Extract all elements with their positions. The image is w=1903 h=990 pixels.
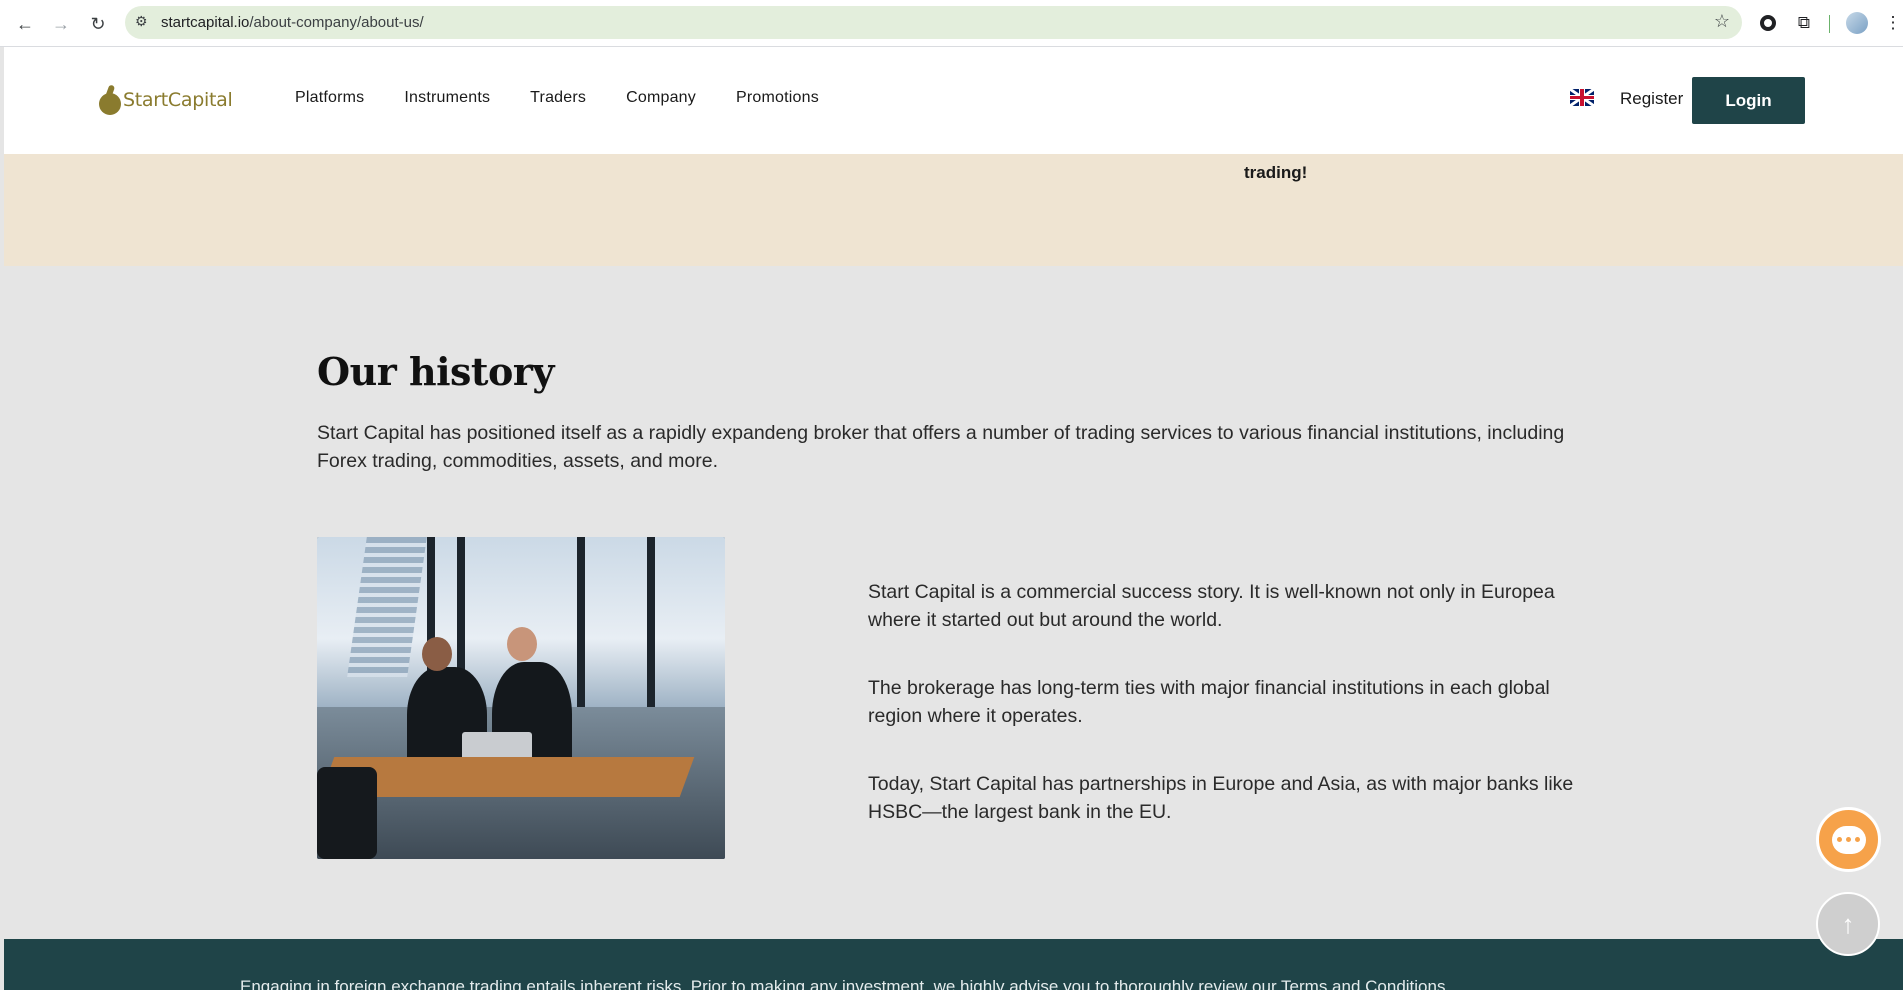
nav-item-traders[interactable]: Traders [530, 89, 586, 107]
scroll-to-top-button[interactable]: ↑ [1816, 892, 1880, 956]
uk-flag-icon[interactable] [1570, 89, 1594, 106]
toolbar-divider [1829, 15, 1830, 33]
nav-item-platforms[interactable]: Platforms [295, 89, 364, 107]
browser-menu-icon[interactable]: ⋮ [1880, 10, 1903, 36]
bull-logo-icon [99, 84, 121, 115]
main-nav: Platforms Instruments Traders Company Pr… [295, 89, 859, 107]
register-link[interactable]: Register [1620, 89, 1683, 109]
chat-button[interactable] [1816, 807, 1881, 872]
footer-risk-band: Engaging in foreign exchange trading ent… [4, 939, 1903, 990]
avatar [1846, 12, 1868, 34]
nav-item-promotions[interactable]: Promotions [736, 89, 819, 107]
record-circle [1760, 15, 1776, 31]
login-button[interactable]: Login [1692, 77, 1805, 124]
extension-record-icon[interactable] [1755, 10, 1781, 36]
history-paragraph-2: The brokerage has long-term ties with ma… [868, 677, 1550, 727]
url-host: startcapital.io [161, 14, 250, 31]
back-icon[interactable]: ← [12, 11, 38, 37]
hero-tail-text: trading! [1244, 163, 1308, 182]
extensions-puzzle-icon[interactable]: ⧉ [1791, 10, 1817, 36]
forward-icon[interactable]: → [48, 11, 74, 37]
history-intro: Start Capital has positioned itself as a… [317, 422, 1565, 472]
history-paragraph-3: Today, Start Capital has partnerships in… [868, 773, 1574, 823]
history-title: Our history [317, 349, 554, 394]
address-bar[interactable]: ⚙ startcapital.io/about-company/about-us… [125, 6, 1742, 39]
hero-band: trading! [4, 154, 1903, 266]
reload-icon[interactable]: ↻ [85, 11, 111, 37]
nav-item-company[interactable]: Company [626, 89, 696, 107]
arrow-up-icon: ↑ [1841, 908, 1855, 939]
logo[interactable]: StartCapital [99, 84, 233, 115]
site-settings-icon[interactable]: ⚙ [135, 13, 148, 30]
nav-item-instruments[interactable]: Instruments [404, 89, 490, 107]
url-path: /about-company/about-us/ [249, 14, 424, 31]
bookmark-star-icon[interactable]: ☆ [1714, 11, 1730, 32]
chat-bubble-icon [1831, 825, 1866, 854]
url-text[interactable]: startcapital.io/about-company/about-us/ [161, 14, 424, 31]
risk-disclaimer-text: Engaging in foreign exchange trading ent… [240, 977, 1451, 990]
history-paragraph-1: Start Capital is a commercial success st… [868, 581, 1555, 631]
logo-text: StartCapital [123, 89, 233, 111]
site-header: StartCapital Platforms Instruments Trade… [4, 47, 1903, 154]
profile-avatar[interactable] [1844, 10, 1870, 36]
office-meeting-photo [317, 537, 725, 859]
browser-toolbar: ← → ↻ ⚙ startcapital.io/about-company/ab… [0, 0, 1903, 47]
